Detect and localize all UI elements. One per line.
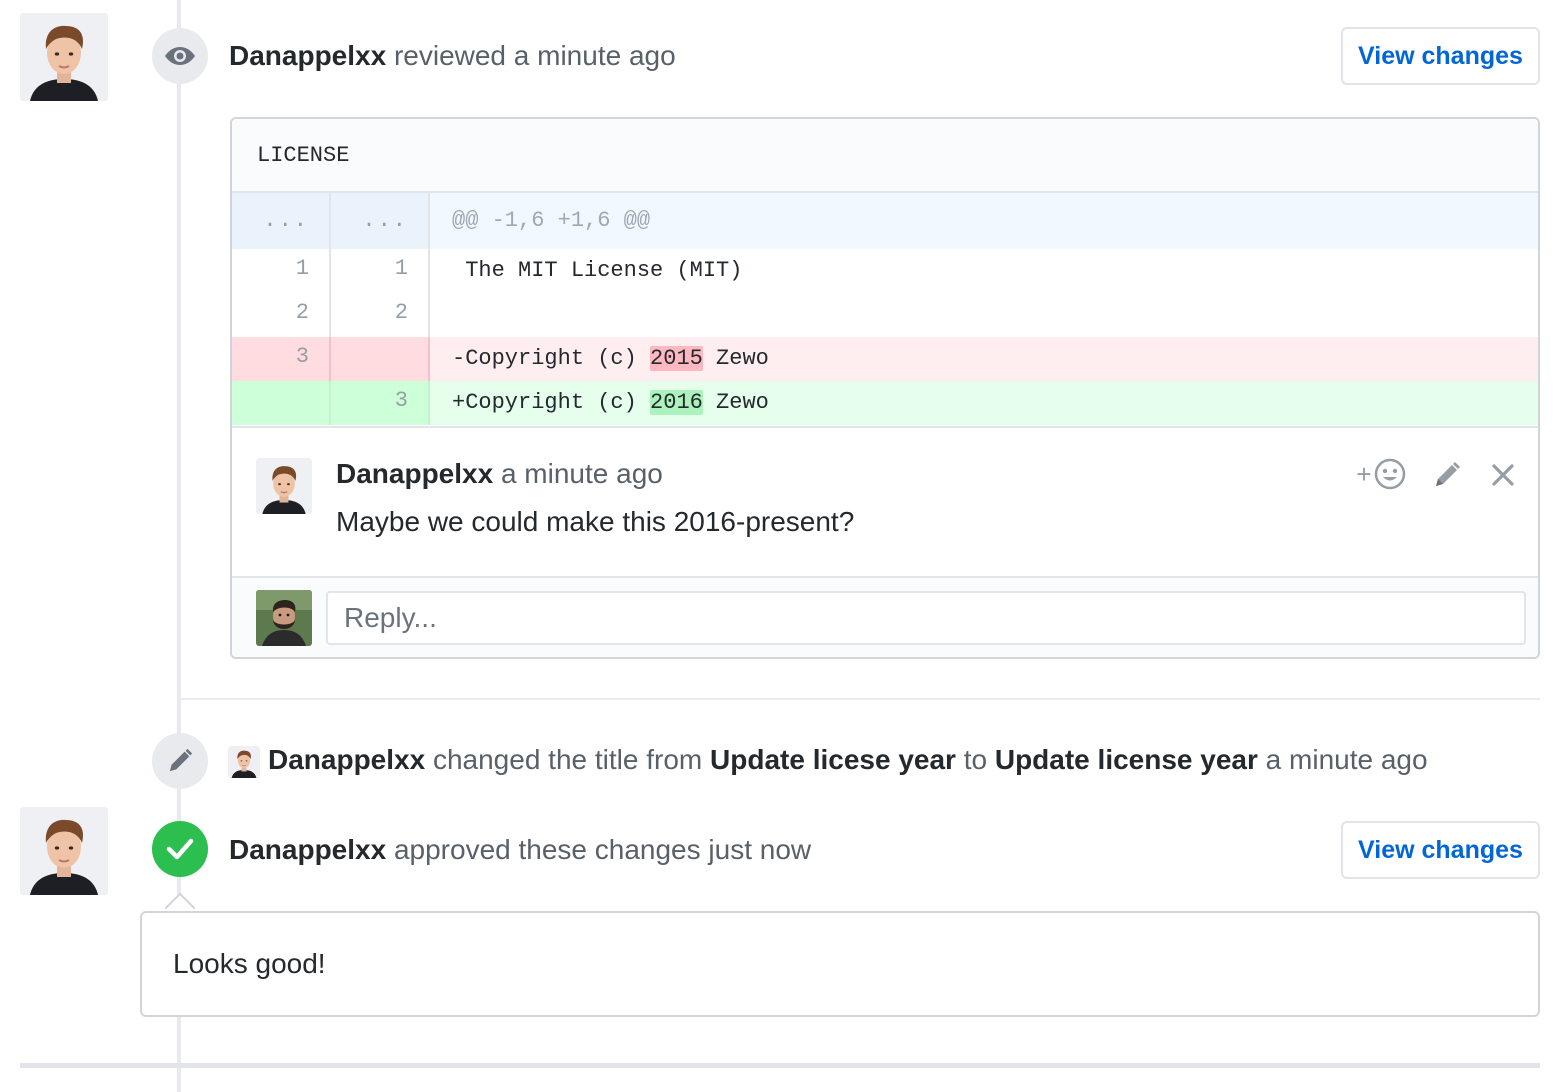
changed-word: 2016 xyxy=(650,390,703,415)
new-title: Update license year xyxy=(994,744,1258,775)
diff-line-deleted: 3 -Copyright (c) 2015 Zewo xyxy=(232,337,1538,381)
old-title: Update licese year xyxy=(710,744,956,775)
rename-time[interactable]: a minute ago xyxy=(1266,744,1428,775)
review-action: reviewed a minute ago xyxy=(393,40,676,71)
new-line-number[interactable]: 2 xyxy=(331,293,430,337)
check-icon xyxy=(152,821,208,877)
close-icon[interactable] xyxy=(1486,458,1520,492)
eye-icon xyxy=(152,28,208,84)
rename-text: to xyxy=(963,744,988,775)
new-line-number[interactable]: 3 xyxy=(331,381,430,425)
diff-line: 2 2 xyxy=(232,293,1538,337)
approval-header: Danappelxx approved these changes just n… xyxy=(229,834,811,866)
comment-avatar[interactable] xyxy=(256,458,312,514)
approval-comment: Looks good! xyxy=(140,911,1540,1017)
comment-time[interactable]: a minute ago xyxy=(501,458,663,489)
reply-form xyxy=(232,576,1538,657)
changed-word: 2015 xyxy=(650,346,703,371)
old-line-number[interactable]: 1 xyxy=(232,249,331,293)
rename-author[interactable]: Danappelxx xyxy=(268,744,425,775)
hunk-header-text: @@ -1,6 +1,6 @@ xyxy=(452,208,651,233)
current-user-avatar xyxy=(256,590,312,646)
diff-line: 1 1 The MIT License (MIT) xyxy=(232,249,1538,293)
code-text: +Copyright (c) xyxy=(452,390,651,415)
new-line-number-empty xyxy=(331,337,430,381)
file-header: LICENSE xyxy=(232,119,1538,193)
avatar[interactable] xyxy=(228,746,260,778)
review-header: Danappelxx reviewed a minute ago xyxy=(229,40,676,72)
add-reaction-button[interactable]: + xyxy=(1352,456,1410,492)
file-name[interactable]: LICENSE xyxy=(257,143,349,168)
comment-header: Danappelxx a minute ago xyxy=(336,458,663,490)
reply-input[interactable] xyxy=(326,591,1526,645)
review-thread: LICENSE ... ... @@ -1,6 +1,6 @@ 1 1 The … xyxy=(230,117,1540,659)
comment-body: Maybe we could make this 2016-present? xyxy=(336,506,855,537)
avatar[interactable] xyxy=(20,13,108,101)
approval-body: Looks good! xyxy=(173,948,326,979)
code-text: -Copyright (c) xyxy=(452,346,651,371)
comment-author[interactable]: Danappelxx xyxy=(336,458,493,489)
line-code: The MIT License (MIT) xyxy=(452,258,743,283)
old-line-number[interactable]: 2 xyxy=(232,293,331,337)
timeline-divider xyxy=(180,698,1540,700)
avatar[interactable] xyxy=(20,807,108,895)
rename-event-text: Danappelxx changed the title from Update… xyxy=(268,744,1428,776)
timeline-end-divider xyxy=(20,1063,1540,1068)
approval-author[interactable]: Danappelxx xyxy=(229,834,386,865)
code-text: Zewo xyxy=(702,346,769,371)
smiley-icon xyxy=(1374,458,1405,490)
pencil-icon xyxy=(152,733,208,789)
old-line-number[interactable]: 3 xyxy=(232,337,331,381)
old-line-number-empty xyxy=(232,381,331,425)
line-code: +Copyright (c) 2016 Zewo xyxy=(430,381,1538,425)
diff-line-added: 3 +Copyright (c) 2016 Zewo xyxy=(232,381,1538,425)
review-author[interactable]: Danappelxx xyxy=(229,40,386,71)
view-changes-button[interactable]: View changes xyxy=(1341,27,1540,85)
new-line-number[interactable]: 1 xyxy=(331,249,430,293)
rename-text: changed the title from xyxy=(432,744,703,775)
pencil-icon[interactable] xyxy=(1430,458,1464,492)
approval-action: approved these changes just now xyxy=(393,834,812,865)
line-code: -Copyright (c) 2015 Zewo xyxy=(430,337,1538,381)
diff-hunk-header: ... ... @@ -1,6 +1,6 @@ xyxy=(232,193,1538,249)
plus-icon: + xyxy=(1356,458,1372,489)
view-changes-button[interactable]: View changes xyxy=(1341,821,1540,879)
review-comment: Danappelxx a minute ago Maybe we could m… xyxy=(232,426,1538,578)
hunk-expand-old[interactable]: ... xyxy=(232,193,331,249)
line-code xyxy=(430,293,1538,337)
code-text: Zewo xyxy=(702,390,769,415)
hunk-expand-new[interactable]: ... xyxy=(331,193,430,249)
